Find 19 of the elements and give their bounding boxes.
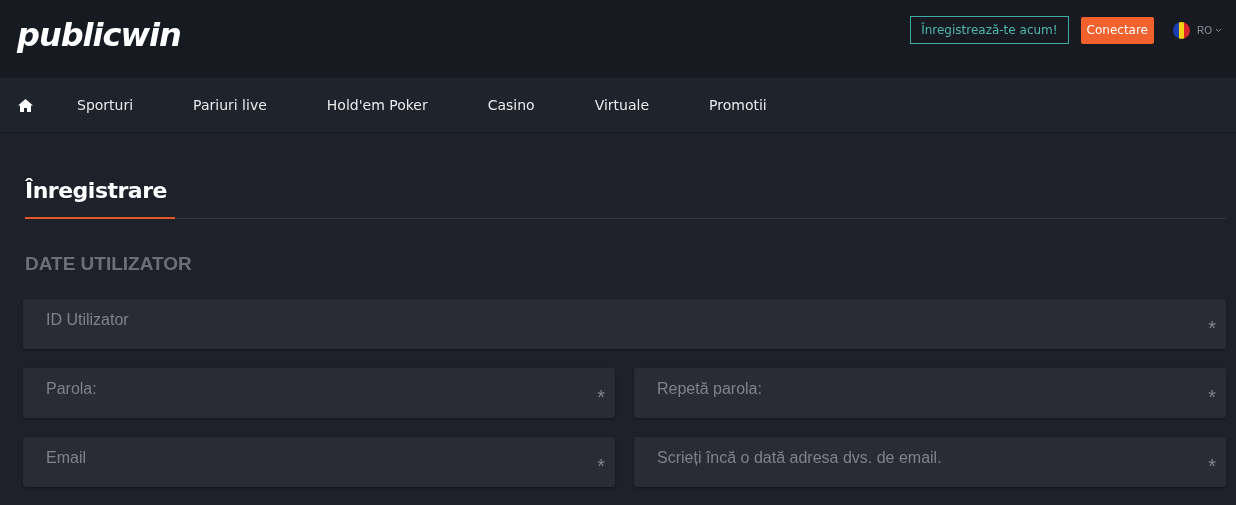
required-mark: * (597, 455, 605, 478)
nav-link[interactable]: Pariuri live (193, 97, 267, 113)
required-mark: * (1208, 317, 1216, 340)
logo[interactable]: publicwin (17, 16, 181, 54)
nav-link[interactable]: Casino (487, 97, 535, 113)
language-selector[interactable]: RO (1173, 21, 1222, 39)
tab[interactable]: Înregistrare (25, 178, 175, 219)
chevron-down-icon (1215, 27, 1222, 33)
section-title: DATE UTILIZATOR (25, 253, 193, 275)
required-mark: * (597, 386, 605, 409)
required-mark: * (1208, 386, 1216, 409)
nav-link[interactable]: Promotii (709, 97, 767, 113)
nav-link[interactable]: Virtuale (594, 97, 650, 113)
register-button[interactable]: Înregistrează-te acum! (910, 16, 1069, 44)
home-icon[interactable] (17, 97, 34, 113)
flag-icon (1173, 21, 1190, 39)
nav-link[interactable]: Hold'em Poker (326, 97, 428, 113)
required-mark: * (1208, 455, 1216, 478)
nav-link[interactable]: Sporturi (77, 97, 134, 113)
